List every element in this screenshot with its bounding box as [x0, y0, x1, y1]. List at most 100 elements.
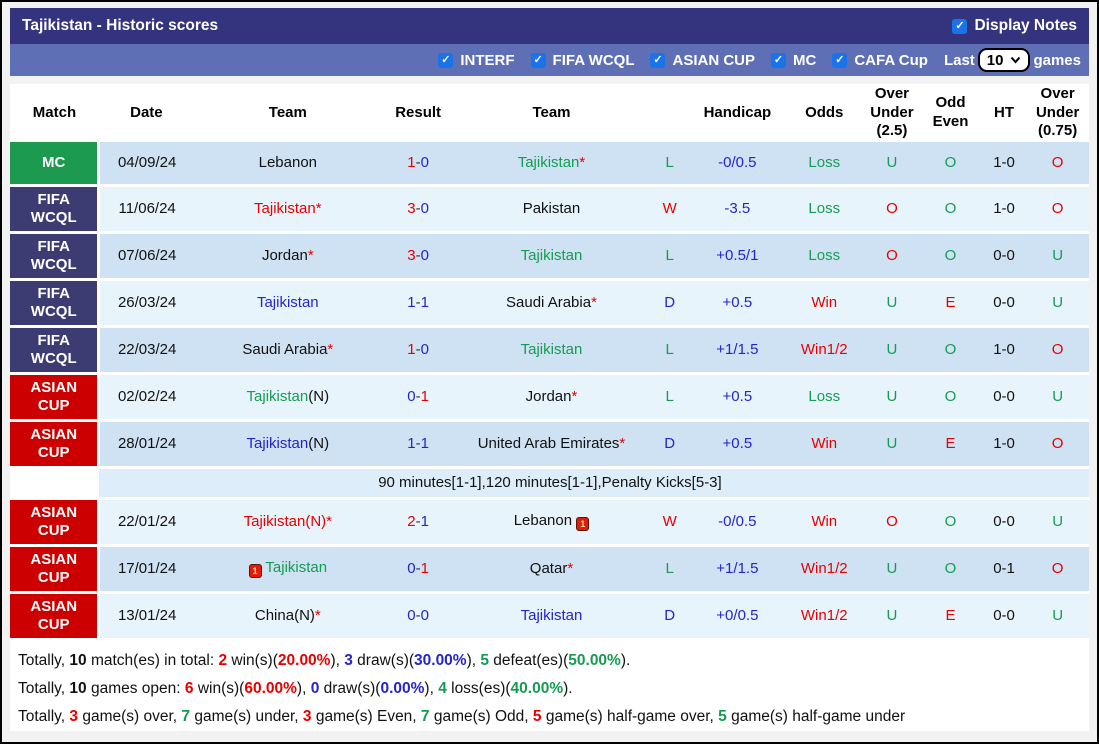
- team-name: Tajikistan: [243, 513, 306, 530]
- summary-segment: 0.00%: [380, 679, 425, 697]
- checkbox-checked-icon[interactable]: ✓: [952, 18, 968, 34]
- score-cell: 1-1: [381, 420, 455, 469]
- last-games-value: 10: [986, 51, 1004, 69]
- date-cell: 26/03/24: [98, 279, 194, 328]
- odd-even-cell: O: [919, 373, 982, 422]
- result-letter-cell: L: [648, 142, 691, 187]
- odd-even-cell: O: [919, 498, 982, 547]
- team-name: Jordan: [261, 247, 308, 264]
- home-score: 1: [407, 435, 416, 452]
- home-team-cell: Saudi Arabia*: [193, 326, 382, 375]
- checkbox-checked-icon[interactable]: ✓: [832, 52, 848, 68]
- handicap-cell: +0.5: [690, 420, 784, 469]
- star-marker: *: [591, 294, 597, 311]
- over-under-075-cell: O: [1026, 545, 1089, 594]
- team-name: Tajikistan: [246, 388, 309, 405]
- away-score: 1: [420, 388, 429, 405]
- filter-mc[interactable]: ✓ MC: [771, 52, 816, 69]
- away-score: 0: [420, 607, 429, 624]
- over-under-075-cell: U: [1026, 232, 1089, 281]
- summary-segment: 40.00%: [510, 679, 564, 697]
- filter-cafa-cup[interactable]: ✓ CAFA Cup: [832, 52, 928, 69]
- handicap-cell: +1/1.5: [690, 326, 784, 375]
- summary-segment: game(s) under,: [190, 707, 303, 725]
- date-cell: 17/01/24: [98, 545, 194, 594]
- star-marker: *: [315, 200, 322, 217]
- star-marker: *: [326, 513, 332, 530]
- summary-line: Totally, 10 match(es) in total: 2 win(s)…: [12, 647, 1087, 675]
- checkbox-checked-icon[interactable]: ✓: [650, 52, 666, 68]
- away-team-cell: Jordan*: [454, 373, 649, 422]
- summary-segment: draw(s)(: [352, 651, 415, 669]
- away-team-cell: Tajikistan: [454, 232, 649, 281]
- summary-segment: 5: [480, 651, 489, 669]
- ht-score-cell: 0-0: [981, 592, 1027, 641]
- odds-cell: Loss: [783, 185, 865, 234]
- competition-badge: FIFA WCQL: [10, 232, 101, 281]
- filter-fifa-wcql[interactable]: ✓ FIFA WCQL: [530, 52, 634, 69]
- date-cell: 02/02/24: [98, 373, 194, 422]
- team-name: Qatar: [529, 560, 568, 577]
- summary-segment: ),: [424, 679, 439, 697]
- filter-bar: ✓ INTERF ✓ FIFA WCQL ✓ ASIAN CUP ✓ MC ✓ CAFA Cup …: [10, 44, 1089, 76]
- score-cell: 2-1: [381, 498, 455, 547]
- handicap-cell: +0.5: [690, 279, 784, 328]
- over-under-075-cell: U: [1026, 592, 1089, 641]
- summary-segment: draw(s)(: [319, 679, 381, 697]
- score-cell: 1-1: [381, 279, 455, 328]
- summary-segment: game(s) over,: [78, 707, 182, 725]
- note-badge-spacer: [10, 467, 99, 500]
- checkbox-checked-icon[interactable]: ✓: [771, 52, 786, 68]
- filter-asian-cup[interactable]: ✓ ASIAN CUP: [650, 52, 755, 69]
- handicap-cell: -0/0.5: [690, 142, 784, 187]
- away-team-cell: Tajikistan*: [454, 142, 649, 187]
- star-marker: *: [619, 435, 626, 452]
- score-cell: 0-0: [381, 592, 455, 641]
- match-row: ASIAN CUP 02/02/24 Tajikistan(N) 0-1 Jordan*…: [10, 373, 1089, 422]
- handicap-cell: -3.5: [690, 185, 784, 234]
- home-score: 1: [407, 294, 416, 311]
- filter-interf[interactable]: ✓ INTERF: [438, 52, 515, 69]
- over-under-075-cell: O: [1026, 185, 1089, 234]
- over-under-25-cell: U: [864, 420, 920, 469]
- competition-filters: ✓ INTERF ✓ FIFA WCQL ✓ ASIAN CUP ✓ MC ✓ CAFA Cup: [438, 52, 928, 69]
- away-score: 1: [420, 513, 429, 530]
- competition-badge: FIFA WCQL: [10, 185, 101, 234]
- filter-label: ASIAN CUP: [672, 51, 755, 69]
- competition-badge: FIFA WCQL: [10, 279, 101, 328]
- neutral-marker: (N): [308, 435, 330, 452]
- score-cell: 3-0: [381, 185, 455, 234]
- away-score: 1: [420, 435, 429, 452]
- home-team-cell: 1 Tajikistan: [193, 545, 382, 594]
- display-notes-toggle[interactable]: ✓ Display Notes: [952, 17, 1077, 35]
- odds-cell: Win1/2: [783, 326, 865, 375]
- neutral-marker: (N): [294, 607, 315, 624]
- team-name: Tajikistan: [256, 294, 319, 311]
- odds-cell: Win: [783, 420, 865, 469]
- score-cell: 1-0: [381, 142, 455, 187]
- summary-segment: 60.00%: [244, 679, 297, 697]
- summary-segment: ),: [466, 651, 481, 669]
- ht-score-cell: 1-0: [981, 420, 1027, 469]
- away-score: 1: [420, 294, 429, 311]
- over-under-25-cell: O: [864, 232, 920, 281]
- odds-cell: Win: [783, 498, 865, 547]
- over-under-075-cell: O: [1026, 142, 1089, 187]
- result-letter-cell: L: [648, 232, 691, 281]
- summary-segment: game(s) half-game under: [726, 707, 906, 725]
- last-games-select[interactable]: 10: [977, 48, 1031, 72]
- result-letter-cell: L: [648, 373, 691, 422]
- competition-badge: ASIAN CUP: [10, 373, 101, 422]
- summary-segment: game(s) Odd,: [429, 707, 533, 725]
- summary-segment: 4: [438, 679, 447, 697]
- odds-cell: Win1/2: [783, 545, 865, 594]
- checkbox-checked-icon[interactable]: ✓: [438, 52, 454, 68]
- column-header-odd-even: Odd Even: [919, 84, 982, 142]
- date-cell: 28/01/24: [98, 420, 194, 469]
- checkbox-checked-icon[interactable]: ✓: [530, 52, 546, 68]
- home-team-cell: Tajikistan(N): [193, 373, 382, 422]
- home-team-cell: Tajikistan(N): [193, 420, 382, 469]
- summary-line: Totally, 3 game(s) over, 7 game(s) under…: [12, 703, 1087, 731]
- home-team-cell: Tajikistan*: [193, 185, 382, 234]
- over-under-25-cell: O: [864, 185, 920, 234]
